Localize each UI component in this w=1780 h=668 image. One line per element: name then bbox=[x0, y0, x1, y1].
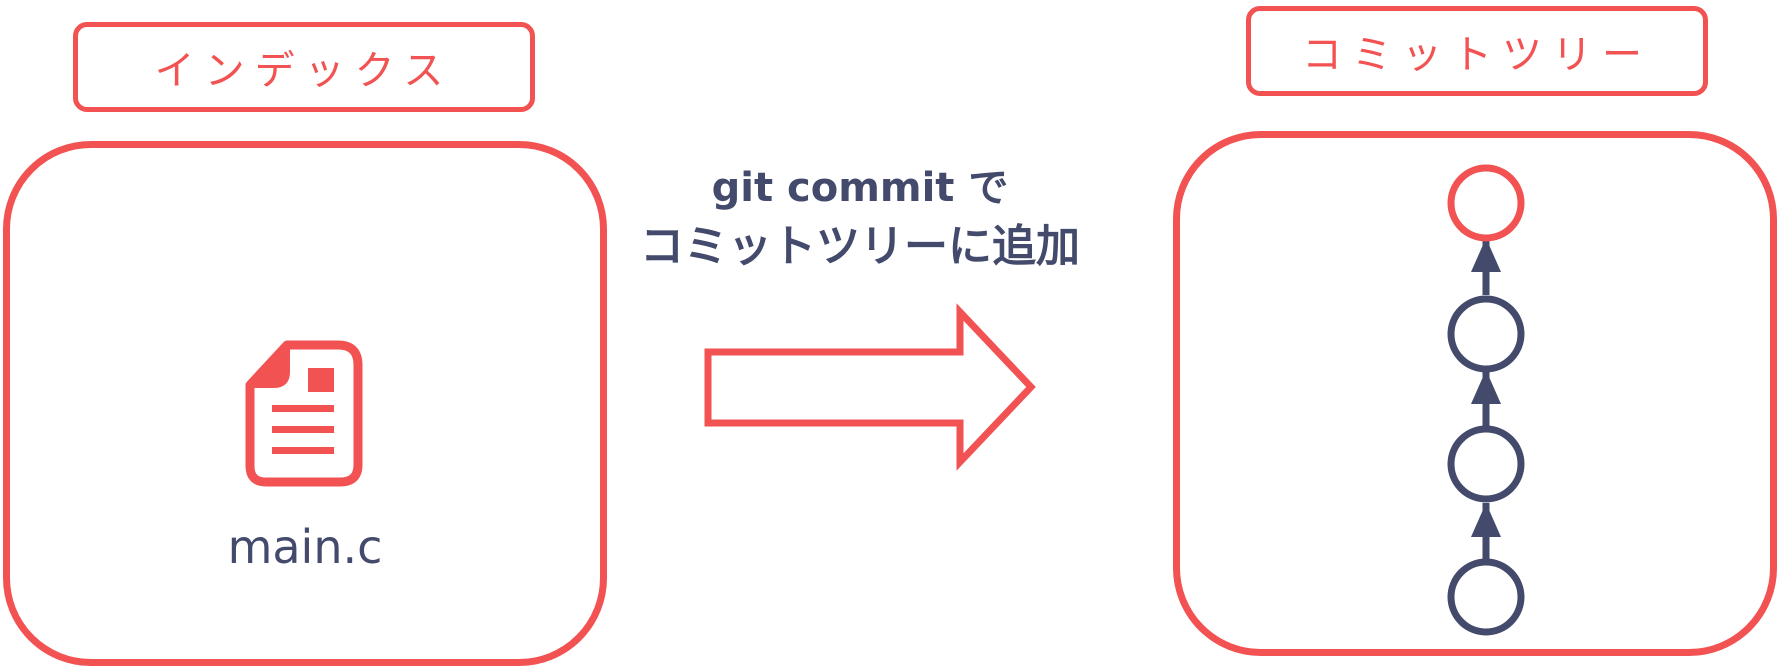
document-icon bbox=[245, 340, 363, 487]
right-arrow-icon bbox=[704, 303, 1036, 471]
action-description: コミットツリーに追加 bbox=[640, 221, 1080, 272]
commit-node bbox=[1447, 295, 1525, 373]
commit-links bbox=[1471, 238, 1501, 560]
file-name: main.c bbox=[227, 520, 383, 574]
commit-node-new bbox=[1447, 164, 1525, 242]
commit-node bbox=[1447, 425, 1525, 503]
command-caption: git commit で bbox=[711, 165, 1009, 211]
commit-node bbox=[1447, 558, 1525, 636]
